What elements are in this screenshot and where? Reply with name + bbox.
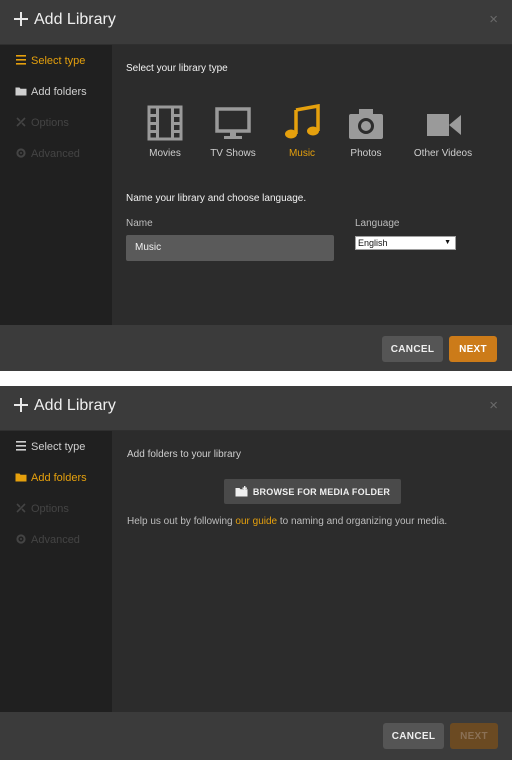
gear-icon: [15, 147, 27, 159]
dialog-header: Add Library ×: [0, 386, 512, 431]
music-note-icon: [285, 104, 320, 139]
plus-icon: [14, 398, 28, 412]
close-icon[interactable]: ×: [489, 12, 498, 28]
library-type-label: Movies: [149, 148, 181, 159]
next-button: NEXT: [450, 723, 498, 749]
sidebar-item-label: Advanced: [31, 534, 80, 546]
tools-icon: [15, 116, 27, 128]
sidebar-item-options: Options: [15, 501, 69, 517]
next-button[interactable]: NEXT: [449, 336, 497, 362]
language-select-value: English: [358, 238, 388, 248]
sidebar-item-label: Add folders: [31, 86, 87, 98]
sidebar: Select type Add folders Options Advanced: [0, 45, 112, 325]
sidebar-item-label: Options: [31, 117, 69, 129]
sidebar-item-add-folders[interactable]: Add folders: [15, 84, 87, 100]
dialog-footer: CANCEL NEXT: [0, 325, 512, 371]
sidebar-item-select-type[interactable]: Select type: [15, 53, 85, 69]
cancel-button[interactable]: CANCEL: [382, 336, 443, 362]
camera-icon: [349, 109, 383, 139]
sidebar-item-options: Options: [15, 115, 69, 131]
list-icon: [15, 440, 27, 452]
add-library-dialog-select-type: Add Library × Select type Add folders Op…: [0, 0, 512, 371]
library-type-label: Music: [288, 148, 316, 159]
sidebar-item-advanced: Advanced: [15, 146, 80, 162]
dialog-footer: CANCEL NEXT: [0, 712, 512, 760]
language-select[interactable]: English ▼: [355, 236, 456, 250]
chevron-down-icon: ▼: [444, 239, 451, 246]
help-text: Help us out by following our guide to na…: [127, 516, 447, 527]
list-icon: [15, 54, 27, 66]
gear-icon: [15, 533, 27, 545]
sidebar-item-label: Add folders: [31, 472, 87, 484]
add-folders-panel: Add folders to your library BROWSE FOR M…: [112, 431, 512, 712]
sidebar-item-label: Advanced: [31, 148, 80, 160]
browse-button-label: BROWSE FOR MEDIA FOLDER: [252, 486, 391, 497]
section-heading: Select your library type: [126, 63, 228, 74]
name-section-heading: Name your library and choose language.: [126, 193, 307, 204]
name-label: Name: [126, 218, 153, 229]
plus-icon: [14, 12, 28, 26]
sidebar-item-label: Select type: [31, 55, 86, 67]
library-type-label: TV Shows: [210, 148, 256, 159]
cancel-button[interactable]: CANCEL: [383, 723, 444, 749]
dialog-header: Add Library ×: [0, 0, 512, 45]
sidebar: Select type Add folders Options Advanced: [0, 431, 112, 712]
help-text-suffix: to naming and organizing your media.: [277, 516, 448, 527]
library-type-label: Photos: [350, 148, 382, 159]
select-type-panel: Select your library type Movies TV Shows: [112, 45, 512, 325]
close-icon[interactable]: ×: [489, 398, 498, 414]
help-text-prefix: Help us out by following: [127, 516, 236, 527]
folder-icon: [15, 471, 27, 483]
browse-for-media-folder-button[interactable]: BROWSE FOR MEDIA FOLDER: [224, 479, 401, 504]
sidebar-item-add-folders[interactable]: Add folders: [15, 470, 87, 486]
sidebar-item-label: Select type: [31, 441, 86, 453]
film-icon: [147, 105, 183, 141]
folder-icon: [15, 85, 27, 97]
dialog-title: Add Library: [34, 397, 116, 414]
folder-plus-icon: [235, 486, 248, 497]
section-heading: Add folders to your library: [127, 449, 241, 460]
add-library-dialog-add-folders: Add Library × Select type Add folders Op…: [0, 386, 512, 760]
library-type-label: Other Videos: [413, 148, 473, 159]
our-guide-link[interactable]: our guide: [235, 516, 277, 527]
video-camera-icon: [427, 114, 461, 136]
tv-icon: [215, 107, 251, 139]
library-name-input[interactable]: Music: [126, 235, 334, 261]
sidebar-item-select-type[interactable]: Select type: [15, 439, 85, 455]
sidebar-item-label: Options: [31, 503, 69, 515]
sidebar-item-advanced: Advanced: [15, 532, 80, 548]
language-label: Language: [355, 218, 400, 229]
tools-icon: [15, 502, 27, 514]
dialog-title: Add Library: [34, 11, 116, 28]
